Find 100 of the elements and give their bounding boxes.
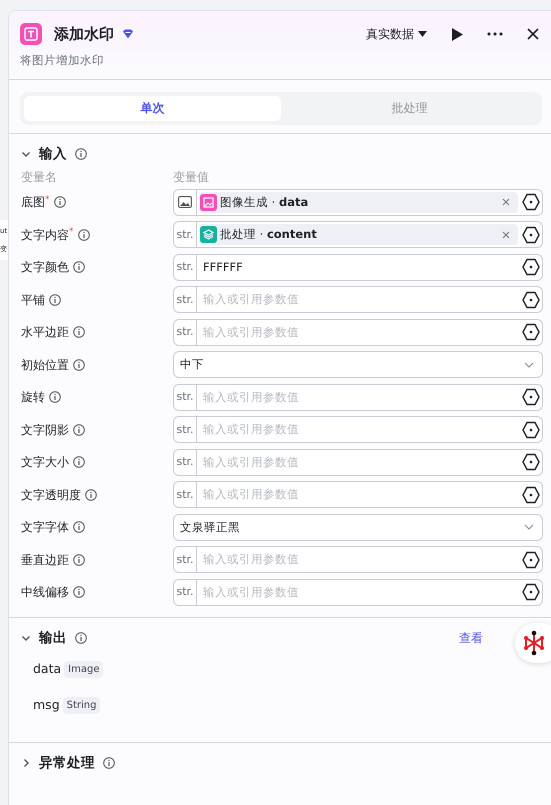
field-placeholder: 输入或引用参数值 (203, 584, 299, 601)
type-prefix: str. (174, 222, 197, 248)
more-icon (487, 32, 503, 36)
type-tag: String (62, 697, 100, 714)
field-label: 旋转 (21, 389, 45, 406)
chevron-icon[interactable] (21, 758, 31, 768)
output-name: msg (33, 696, 60, 714)
variable-icon[interactable] (522, 583, 540, 602)
field-label: 平铺 (21, 292, 45, 309)
field-label: 文字阴影 (21, 422, 69, 439)
info-icon (73, 358, 85, 371)
reference-text: 批处理 · content (220, 226, 317, 244)
info-icon (73, 424, 85, 436)
select-value: 中下 (180, 356, 204, 374)
type-prefix: str. (174, 254, 197, 280)
clear-icon[interactable] (502, 198, 510, 206)
field-placeholder: 输入或引用参数值 (203, 324, 299, 341)
variable-icon[interactable] (522, 550, 540, 569)
field-placeholder: 输入或引用参数值 (203, 551, 299, 568)
mode-tab[interactable]: 批处理 (281, 96, 538, 121)
info-icon (78, 228, 90, 241)
field-label: 文字大小 (21, 454, 69, 472)
section-title: 输出 (39, 628, 67, 648)
info-icon (73, 456, 85, 468)
data-mode-dropdown[interactable]: 真实数据 (366, 25, 427, 44)
info-icon (49, 391, 61, 404)
close-button[interactable] (527, 28, 539, 40)
info-icon (75, 632, 87, 644)
input-field[interactable]: str. FFFFFF (173, 254, 543, 281)
info-icon (103, 756, 115, 769)
info-icon (75, 148, 87, 160)
type-prefix: str. (174, 482, 197, 508)
mode-tab[interactable]: 单次 (24, 96, 281, 121)
variable-icon[interactable] (522, 226, 540, 244)
field-label: 中线偏移 (21, 584, 69, 602)
field-label: 垂直边距 (21, 552, 69, 569)
input-field[interactable]: str. 输入或引用参数值 (173, 286, 543, 314)
variable-icon[interactable] (522, 193, 540, 212)
variable-icon[interactable] (522, 258, 540, 276)
variable-icon[interactable] (522, 453, 540, 472)
column-header: 变量值 (173, 169, 209, 186)
network-icon (522, 630, 546, 656)
select-field[interactable]: 文泉驿正黑 (173, 514, 543, 541)
variable-icon[interactable] (522, 323, 540, 342)
type-prefix: str. (174, 580, 197, 605)
chevron-down-icon (524, 362, 534, 368)
input-field[interactable]: 图像生成 · data (173, 188, 543, 216)
info-icon (85, 488, 97, 501)
field-label: 文字字体 (21, 519, 69, 536)
type-prefix: str. (174, 384, 197, 410)
field-label: 初始位置 (21, 356, 69, 374)
more-button[interactable] (487, 32, 503, 36)
info-icon (73, 521, 85, 534)
diamond-icon (122, 29, 134, 40)
input-field[interactable]: str. 输入或引用参数值 (173, 578, 543, 606)
type-prefix: str. (174, 320, 197, 345)
variable-icon[interactable] (522, 290, 540, 309)
field-placeholder: 输入或引用参数值 (203, 454, 299, 471)
field-label: 水平边距 (21, 324, 69, 342)
type-prefix: str. (174, 417, 197, 442)
field-label: 文字透明度 (21, 486, 81, 504)
column-header: 变量名 (21, 169, 58, 186)
caret-icon (418, 31, 427, 38)
input-field[interactable]: str. 输入或引用参数值 (173, 481, 543, 508)
input-field[interactable]: str. 输入或引用参数值 (173, 416, 543, 444)
output-name: data (33, 660, 62, 678)
text-node-icon (20, 23, 42, 46)
field-placeholder: 输入或引用参数值 (203, 291, 299, 308)
input-field[interactable]: str. 输入或引用参数值 (173, 448, 543, 476)
variable-icon[interactable] (522, 486, 540, 504)
node-title: 添加水印 (54, 24, 114, 45)
variable-icon[interactable] (522, 420, 540, 439)
run-button[interactable] (451, 28, 463, 41)
input-field[interactable]: str. 输入或引用参数值 (173, 318, 543, 346)
field-label: 文字颜色 (21, 259, 69, 276)
view-example-link[interactable]: 查看 (459, 628, 483, 647)
close-icon (527, 28, 539, 40)
info-icon (54, 196, 66, 208)
info-icon (73, 326, 85, 338)
input-field[interactable]: str. 批处理 · content (173, 221, 543, 248)
type-tag: Image (64, 661, 104, 678)
info-icon (73, 261, 85, 274)
info-icon (49, 294, 61, 306)
select-value: 文泉驿正黑 (180, 518, 240, 536)
field-placeholder: 输入或引用参数值 (203, 421, 299, 438)
type-prefix: str. (174, 450, 197, 475)
input-field[interactable]: str. 输入或引用参数值 (173, 546, 543, 574)
type-prefix: str. (174, 547, 197, 572)
chevron-down-icon (524, 524, 534, 530)
field-label: 文字内容$^{*}$ (21, 226, 74, 244)
clear-icon[interactable] (502, 230, 510, 239)
image-icon (178, 196, 192, 208)
info-icon (73, 586, 85, 598)
field-label: 底图$^{*}$ (21, 194, 50, 212)
info-icon (73, 554, 85, 566)
variable-icon[interactable] (522, 388, 540, 406)
field-value: FFFFFF (203, 258, 243, 276)
input-field[interactable]: str. 输入或引用参数值 (173, 384, 543, 411)
select-field[interactable]: 中下 (173, 351, 543, 378)
play-icon (451, 28, 463, 41)
